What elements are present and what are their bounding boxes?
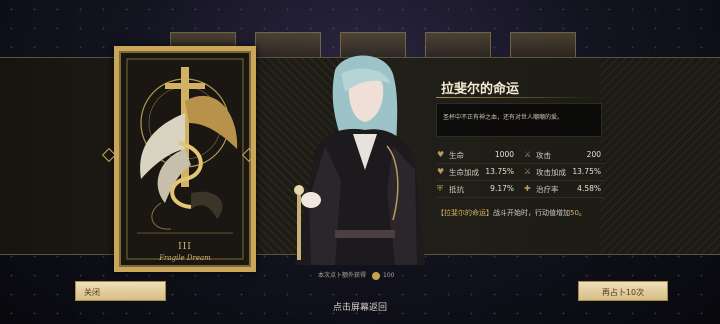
heart-plus-icon: ♥ [437,167,445,176]
stat-value: 1000 [494,150,514,159]
heal-icon: ✚ [524,184,531,193]
stat-divider [436,163,604,164]
stat-label: 攻击加成 [536,168,566,177]
tarot-card-art [126,58,244,260]
sword-plus-icon: ⚔ [524,167,532,176]
effect-end: 。 [578,209,586,217]
stat-hp-bonus: ♥ 生命加成 13.75% [437,167,514,179]
character-illustration [294,55,425,265]
effect-text: 战斗开始时，行动值增加 [493,209,570,217]
tap-to-return[interactable]: 点击屏幕返回 [0,300,720,313]
heart-icon: ♥ [437,150,445,159]
sword-icon: ⚔ [524,150,532,159]
stat-value: 200 [586,150,601,159]
panel-pattern-right [600,58,720,254]
stat-atk-bonus: ⚔ 攻击加成 13.75% [524,167,601,179]
card-name: Fragile Dream [159,254,211,262]
stat-atk: ⚔ 攻击 200 [524,150,601,162]
stat-label: 治疗率 [536,185,559,194]
tarot-card[interactable]: III Fragile Dream [114,46,256,272]
effect-name: 【拉斐尔的命运】 [437,209,493,217]
stat-value: 13.75% [485,167,514,176]
stat-label: 攻击 [536,151,551,160]
description-text: 圣杯中不正有神之血，还有对世人嘲嘲的爱。 [443,114,564,121]
fate-title: 拉斐尔的命运 [441,82,520,97]
stat-divider [436,180,604,181]
stat-heal: ✚ 治疗率 4.58% [524,184,601,196]
stat-label: 生命 [449,151,464,160]
stat-value: 4.58% [577,184,601,193]
close-button[interactable]: 关闭 [75,281,166,301]
bonus-info: 本次点卜额外获得 100 [318,270,394,280]
stat-value: 9.17% [490,184,514,193]
tarot-card-face: III Fragile Dream [119,51,251,267]
fate-effect: 【拉斐尔的命运】战斗开始时，行动值增加50。 [437,208,586,218]
card-numeral: III [178,242,192,252]
stat-label: 生命加成 [449,168,479,177]
stat-hp: ♥ 生命 1000 [437,150,514,162]
coin-amount: 100 [383,272,395,279]
stat-label: 抵抗 [449,185,464,194]
shield-icon: ⛨ [437,184,443,193]
effect-amount: 50 [570,209,579,217]
stat-resist: ⛨ 抵抗 9.17% [437,184,514,196]
bonus-text: 本次点卜额外获得 [318,272,367,279]
draw-ten-button[interactable]: 再占卜10次 [578,281,668,301]
coin-icon [372,271,381,280]
stat-divider [436,197,604,198]
stat-value: 13.75% [572,167,601,176]
description-box: 圣杯中不正有神之血，还有对世人嘲嘲的爱。 [436,103,602,137]
title-divider [436,97,596,98]
